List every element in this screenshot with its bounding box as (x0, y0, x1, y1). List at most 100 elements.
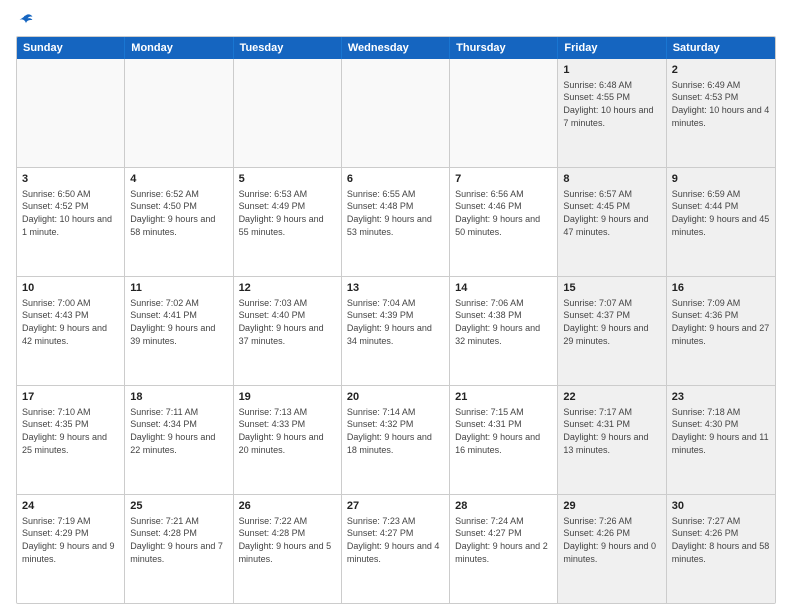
logo (16, 12, 34, 28)
calendar-cell-r4-c5: 29Sunrise: 7:26 AM Sunset: 4:26 PM Dayli… (558, 495, 666, 603)
day-number: 1 (563, 63, 660, 78)
calendar-cell-r3-c5: 22Sunrise: 7:17 AM Sunset: 4:31 PM Dayli… (558, 386, 666, 494)
day-number: 18 (130, 390, 227, 405)
calendar-cell-r1-c1: 4Sunrise: 6:52 AM Sunset: 4:50 PM Daylig… (125, 168, 233, 276)
day-number: 17 (22, 390, 119, 405)
day-info: Sunrise: 7:21 AM Sunset: 4:28 PM Dayligh… (130, 515, 227, 565)
day-number: 24 (22, 499, 119, 514)
header (16, 12, 776, 28)
calendar-cell-r2-c2: 12Sunrise: 7:03 AM Sunset: 4:40 PM Dayli… (234, 277, 342, 385)
calendar-cell-r0-c5: 1Sunrise: 6:48 AM Sunset: 4:55 PM Daylig… (558, 59, 666, 167)
day-number: 16 (672, 281, 770, 296)
calendar-cell-r3-c4: 21Sunrise: 7:15 AM Sunset: 4:31 PM Dayli… (450, 386, 558, 494)
calendar-row-0: 1Sunrise: 6:48 AM Sunset: 4:55 PM Daylig… (17, 59, 775, 168)
day-number: 5 (239, 172, 336, 187)
day-info: Sunrise: 6:57 AM Sunset: 4:45 PM Dayligh… (563, 188, 660, 238)
calendar-cell-r3-c0: 17Sunrise: 7:10 AM Sunset: 4:35 PM Dayli… (17, 386, 125, 494)
day-number: 29 (563, 499, 660, 514)
day-number: 11 (130, 281, 227, 296)
calendar-cell-r1-c4: 7Sunrise: 6:56 AM Sunset: 4:46 PM Daylig… (450, 168, 558, 276)
day-number: 30 (672, 499, 770, 514)
day-number: 14 (455, 281, 552, 296)
day-info: Sunrise: 7:14 AM Sunset: 4:32 PM Dayligh… (347, 406, 444, 456)
weekday-header-friday: Friday (558, 37, 666, 59)
day-info: Sunrise: 7:06 AM Sunset: 4:38 PM Dayligh… (455, 297, 552, 347)
day-number: 13 (347, 281, 444, 296)
calendar-cell-r0-c3 (342, 59, 450, 167)
day-number: 8 (563, 172, 660, 187)
weekday-header-thursday: Thursday (450, 37, 558, 59)
day-number: 6 (347, 172, 444, 187)
calendar-cell-r4-c4: 28Sunrise: 7:24 AM Sunset: 4:27 PM Dayli… (450, 495, 558, 603)
calendar-cell-r1-c0: 3Sunrise: 6:50 AM Sunset: 4:52 PM Daylig… (17, 168, 125, 276)
day-info: Sunrise: 7:19 AM Sunset: 4:29 PM Dayligh… (22, 515, 119, 565)
day-info: Sunrise: 6:52 AM Sunset: 4:50 PM Dayligh… (130, 188, 227, 238)
day-info: Sunrise: 7:10 AM Sunset: 4:35 PM Dayligh… (22, 406, 119, 456)
weekday-header-monday: Monday (125, 37, 233, 59)
day-info: Sunrise: 7:07 AM Sunset: 4:37 PM Dayligh… (563, 297, 660, 347)
day-number: 10 (22, 281, 119, 296)
day-number: 7 (455, 172, 552, 187)
calendar-cell-r3-c6: 23Sunrise: 7:18 AM Sunset: 4:30 PM Dayli… (667, 386, 775, 494)
day-info: Sunrise: 6:55 AM Sunset: 4:48 PM Dayligh… (347, 188, 444, 238)
day-info: Sunrise: 7:26 AM Sunset: 4:26 PM Dayligh… (563, 515, 660, 565)
weekday-header-saturday: Saturday (667, 37, 775, 59)
day-number: 26 (239, 499, 336, 514)
calendar-cell-r0-c0 (17, 59, 125, 167)
day-number: 28 (455, 499, 552, 514)
day-info: Sunrise: 7:13 AM Sunset: 4:33 PM Dayligh… (239, 406, 336, 456)
calendar-row-3: 17Sunrise: 7:10 AM Sunset: 4:35 PM Dayli… (17, 386, 775, 495)
day-number: 12 (239, 281, 336, 296)
calendar-cell-r1-c2: 5Sunrise: 6:53 AM Sunset: 4:49 PM Daylig… (234, 168, 342, 276)
calendar-cell-r4-c3: 27Sunrise: 7:23 AM Sunset: 4:27 PM Dayli… (342, 495, 450, 603)
day-info: Sunrise: 7:15 AM Sunset: 4:31 PM Dayligh… (455, 406, 552, 456)
day-info: Sunrise: 7:11 AM Sunset: 4:34 PM Dayligh… (130, 406, 227, 456)
day-info: Sunrise: 7:03 AM Sunset: 4:40 PM Dayligh… (239, 297, 336, 347)
calendar-cell-r0-c6: 2Sunrise: 6:49 AM Sunset: 4:53 PM Daylig… (667, 59, 775, 167)
day-number: 9 (672, 172, 770, 187)
day-number: 15 (563, 281, 660, 296)
day-number: 25 (130, 499, 227, 514)
calendar-cell-r3-c3: 20Sunrise: 7:14 AM Sunset: 4:32 PM Dayli… (342, 386, 450, 494)
calendar-cell-r4-c1: 25Sunrise: 7:21 AM Sunset: 4:28 PM Dayli… (125, 495, 233, 603)
weekday-header-wednesday: Wednesday (342, 37, 450, 59)
calendar-cell-r1-c5: 8Sunrise: 6:57 AM Sunset: 4:45 PM Daylig… (558, 168, 666, 276)
calendar-body: 1Sunrise: 6:48 AM Sunset: 4:55 PM Daylig… (17, 59, 775, 603)
day-info: Sunrise: 7:17 AM Sunset: 4:31 PM Dayligh… (563, 406, 660, 456)
day-info: Sunrise: 7:04 AM Sunset: 4:39 PM Dayligh… (347, 297, 444, 347)
calendar: SundayMondayTuesdayWednesdayThursdayFrid… (16, 36, 776, 604)
calendar-cell-r2-c1: 11Sunrise: 7:02 AM Sunset: 4:41 PM Dayli… (125, 277, 233, 385)
day-number: 27 (347, 499, 444, 514)
day-info: Sunrise: 7:00 AM Sunset: 4:43 PM Dayligh… (22, 297, 119, 347)
calendar-cell-r2-c6: 16Sunrise: 7:09 AM Sunset: 4:36 PM Dayli… (667, 277, 775, 385)
calendar-cell-r1-c3: 6Sunrise: 6:55 AM Sunset: 4:48 PM Daylig… (342, 168, 450, 276)
calendar-row-4: 24Sunrise: 7:19 AM Sunset: 4:29 PM Dayli… (17, 495, 775, 603)
calendar-cell-r2-c4: 14Sunrise: 7:06 AM Sunset: 4:38 PM Dayli… (450, 277, 558, 385)
calendar-cell-r2-c3: 13Sunrise: 7:04 AM Sunset: 4:39 PM Dayli… (342, 277, 450, 385)
weekday-header-sunday: Sunday (17, 37, 125, 59)
day-info: Sunrise: 6:49 AM Sunset: 4:53 PM Dayligh… (672, 79, 770, 129)
day-info: Sunrise: 7:24 AM Sunset: 4:27 PM Dayligh… (455, 515, 552, 565)
calendar-cell-r3-c2: 19Sunrise: 7:13 AM Sunset: 4:33 PM Dayli… (234, 386, 342, 494)
day-number: 2 (672, 63, 770, 78)
calendar-cell-r0-c2 (234, 59, 342, 167)
logo-bird-icon (18, 12, 34, 28)
day-number: 4 (130, 172, 227, 187)
calendar-cell-r0-c1 (125, 59, 233, 167)
day-info: Sunrise: 7:02 AM Sunset: 4:41 PM Dayligh… (130, 297, 227, 347)
calendar-cell-r4-c2: 26Sunrise: 7:22 AM Sunset: 4:28 PM Dayli… (234, 495, 342, 603)
day-info: Sunrise: 7:27 AM Sunset: 4:26 PM Dayligh… (672, 515, 770, 565)
day-info: Sunrise: 6:59 AM Sunset: 4:44 PM Dayligh… (672, 188, 770, 238)
day-number: 3 (22, 172, 119, 187)
calendar-cell-r2-c0: 10Sunrise: 7:00 AM Sunset: 4:43 PM Dayli… (17, 277, 125, 385)
day-number: 23 (672, 390, 770, 405)
day-number: 22 (563, 390, 660, 405)
calendar-cell-r4-c6: 30Sunrise: 7:27 AM Sunset: 4:26 PM Dayli… (667, 495, 775, 603)
calendar-cell-r2-c5: 15Sunrise: 7:07 AM Sunset: 4:37 PM Dayli… (558, 277, 666, 385)
calendar-cell-r1-c6: 9Sunrise: 6:59 AM Sunset: 4:44 PM Daylig… (667, 168, 775, 276)
day-info: Sunrise: 7:23 AM Sunset: 4:27 PM Dayligh… (347, 515, 444, 565)
day-info: Sunrise: 7:18 AM Sunset: 4:30 PM Dayligh… (672, 406, 770, 456)
day-info: Sunrise: 7:09 AM Sunset: 4:36 PM Dayligh… (672, 297, 770, 347)
day-info: Sunrise: 6:50 AM Sunset: 4:52 PM Dayligh… (22, 188, 119, 238)
day-number: 21 (455, 390, 552, 405)
